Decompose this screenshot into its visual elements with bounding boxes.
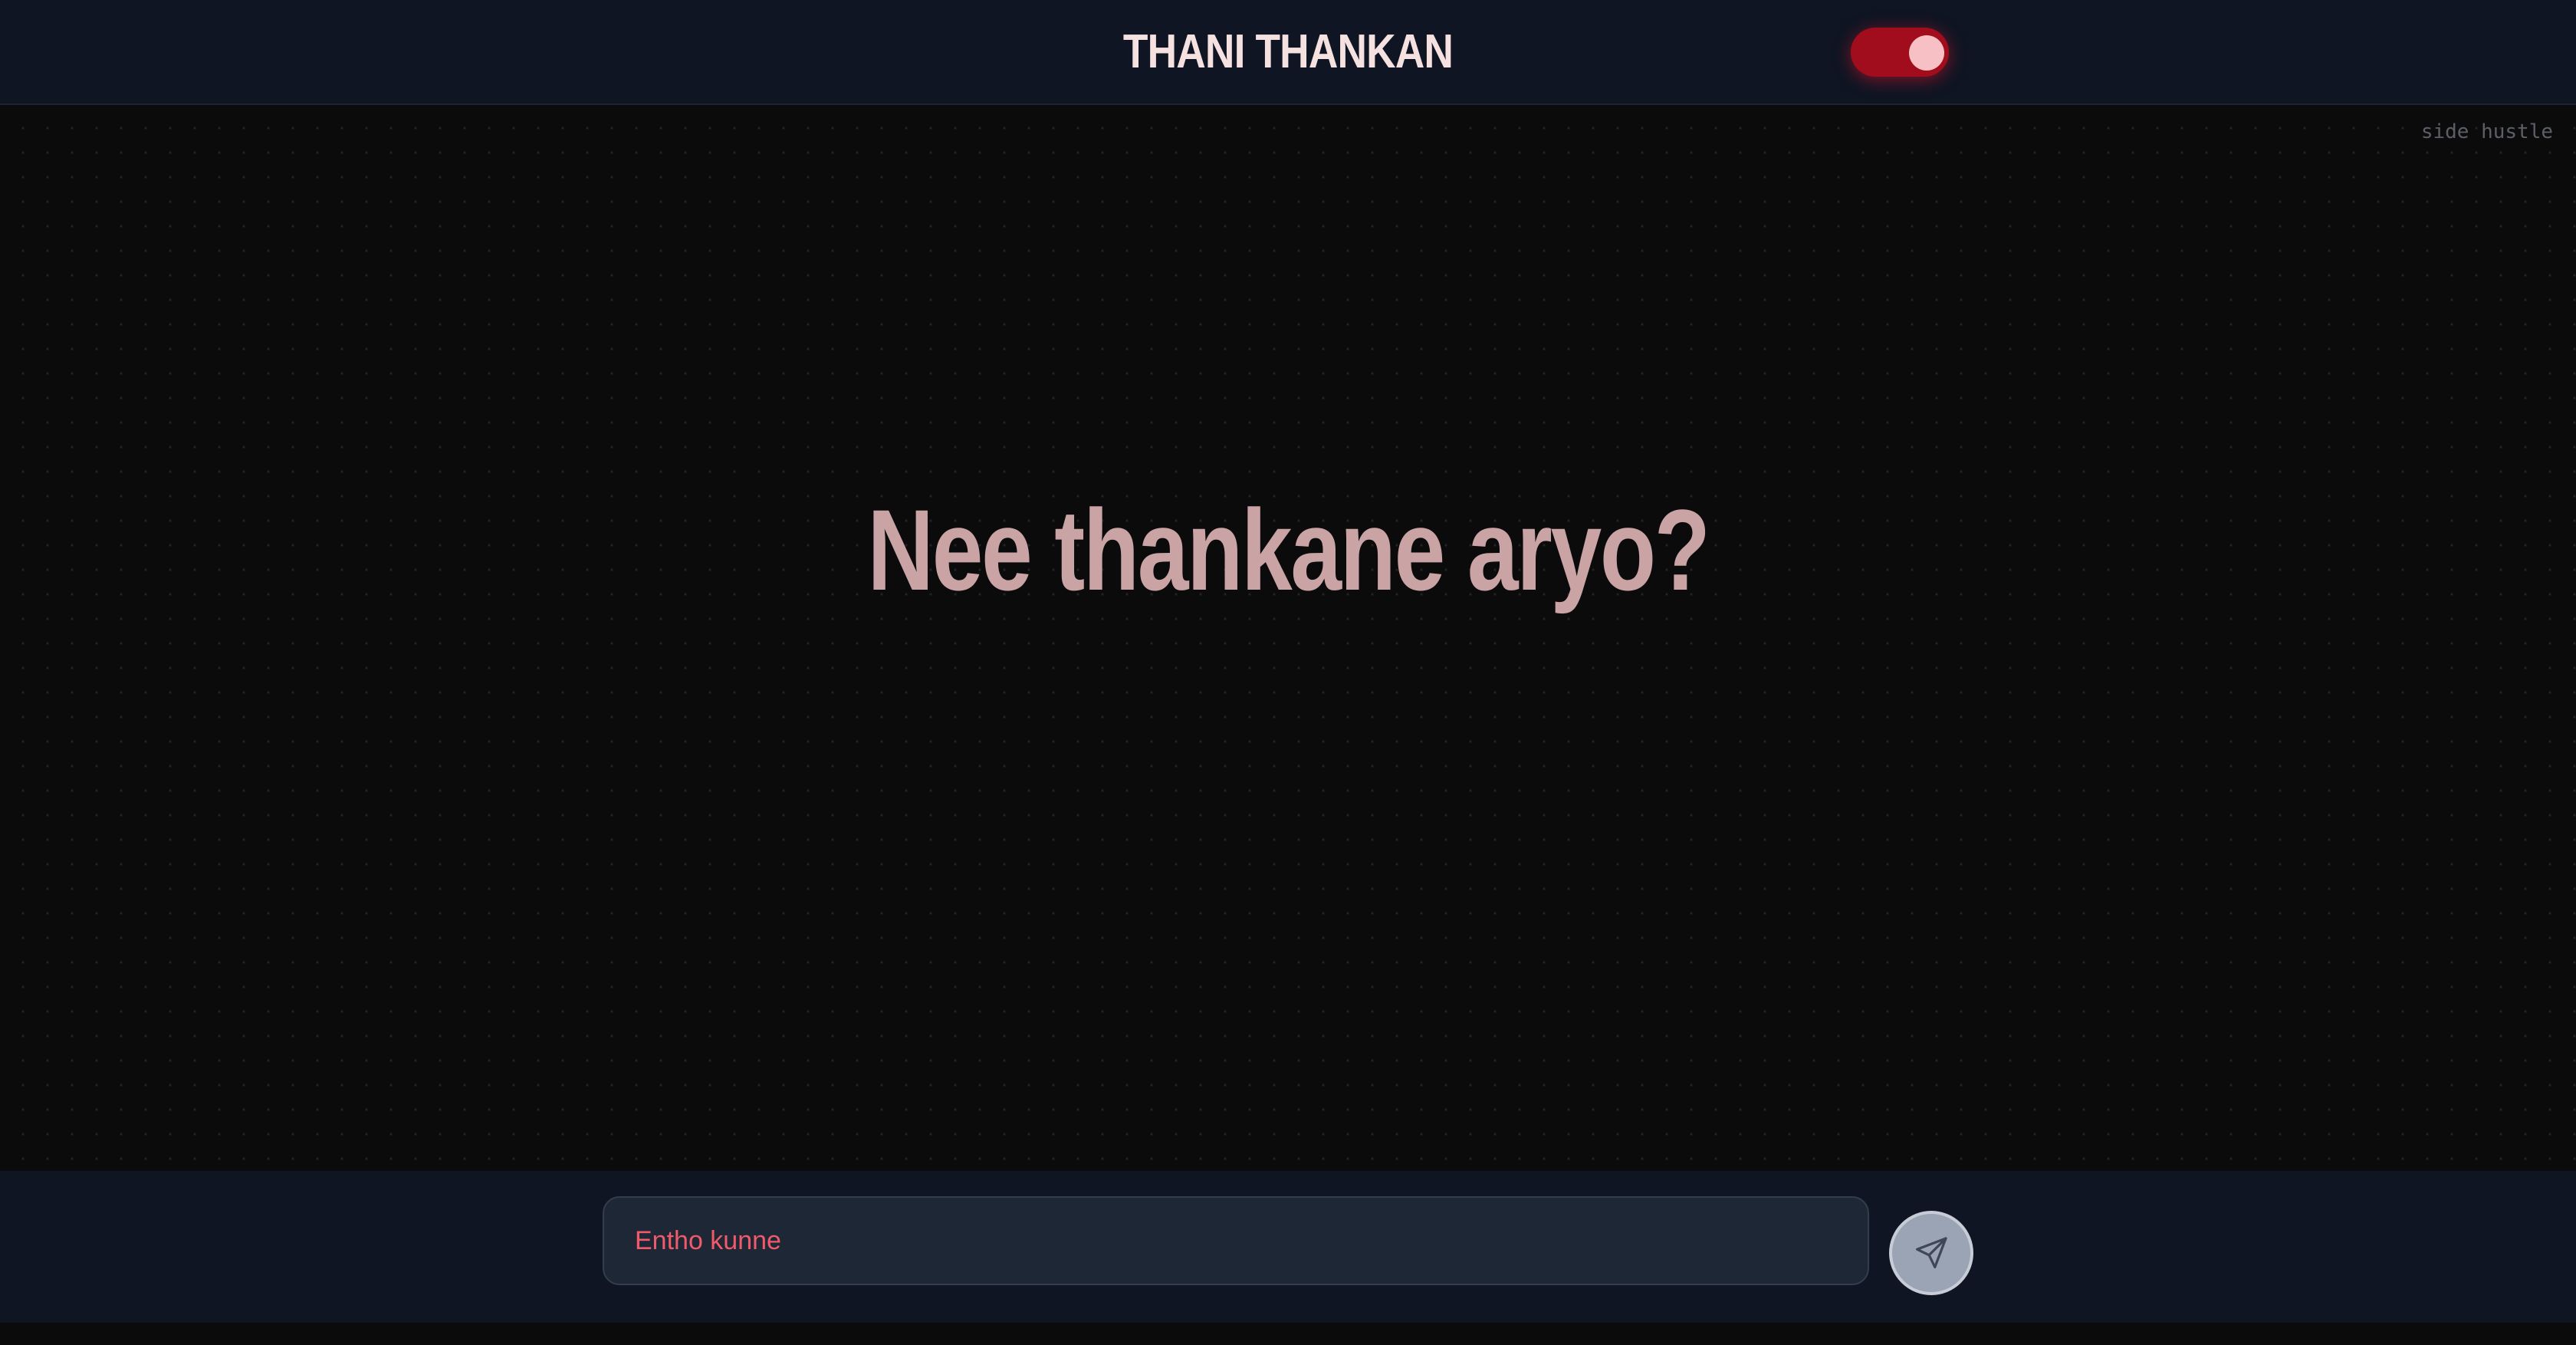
app-title: THANI THANKAN <box>1122 25 1454 78</box>
bottom-strip <box>0 1323 2576 1345</box>
send-button[interactable] <box>1889 1211 1973 1295</box>
theme-toggle[interactable] <box>1851 28 1949 77</box>
chat-area: side hustle Nee thankane aryo? <box>0 105 2576 1171</box>
top-bar: THANI THANKAN <box>0 0 2576 105</box>
paper-plane-icon <box>1913 1235 1950 1271</box>
side-hustle-label: side hustle <box>2420 120 2553 143</box>
welcome-heading: Nee thankane aryo? <box>867 485 1710 614</box>
message-input[interactable] <box>603 1196 1869 1285</box>
toggle-knob <box>1909 35 1944 71</box>
composer-bar <box>0 1171 2576 1323</box>
app-root: THANI THANKAN side hustle Nee thankane a… <box>0 0 2576 1345</box>
